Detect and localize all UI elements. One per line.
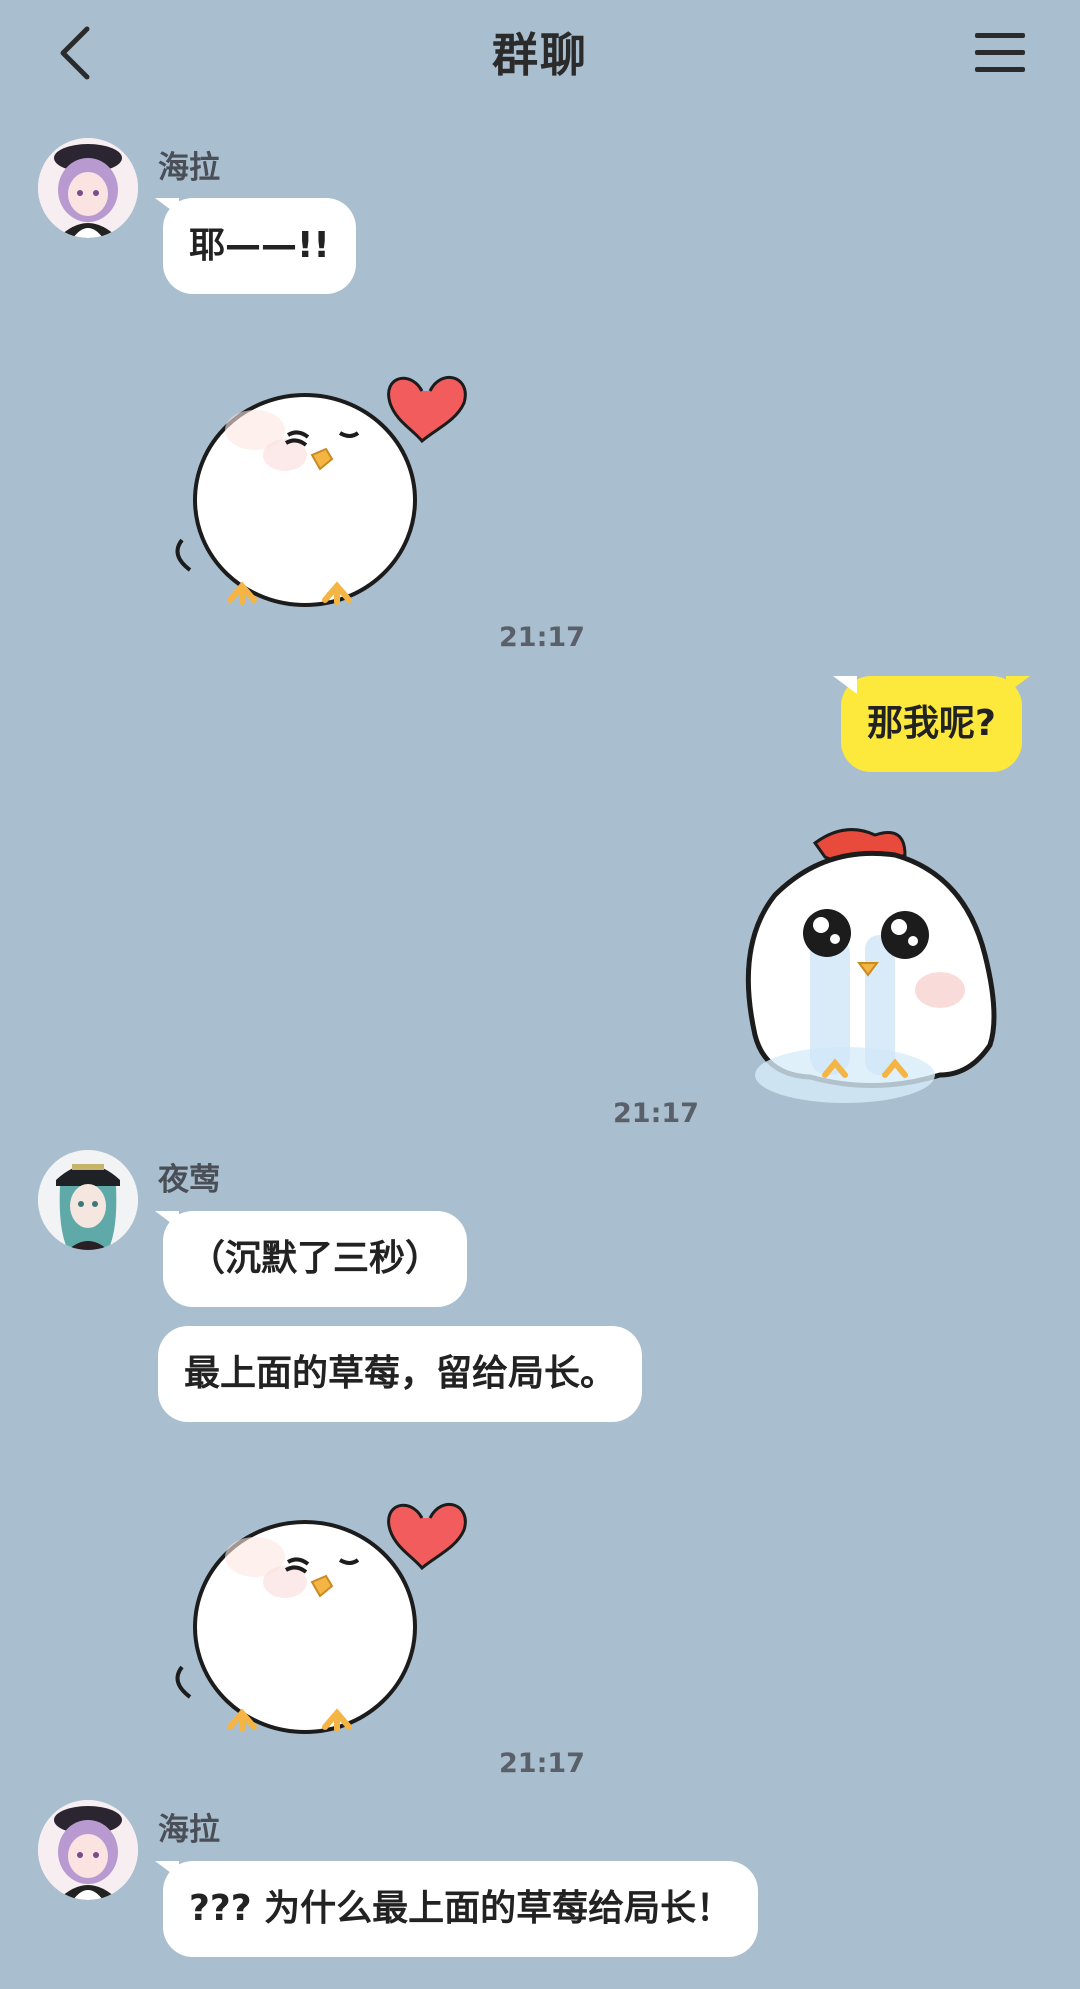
timestamp: 21:17 — [499, 622, 585, 653]
chick-heart-sticker[interactable] — [160, 1482, 490, 1742]
sender-name: 夜莺 — [158, 1162, 220, 1198]
message-bubble[interactable]: 最上面的草莓，留给局长。 — [158, 1326, 643, 1422]
message-bubble[interactable]: ??? 为什么最上面的草莓给局长！ — [154, 1861, 759, 1957]
avatar[interactable] — [38, 1800, 138, 1900]
timestamp: 21:17 — [499, 1748, 585, 1779]
message-bubble[interactable]: 耶——!! — [155, 198, 356, 294]
avatar-nightingale-image — [38, 1150, 138, 1250]
avatar-hela-image — [38, 138, 138, 238]
sender-name: 海拉 — [158, 1812, 220, 1848]
chick-heart-sticker[interactable] — [160, 355, 490, 615]
avatar[interactable] — [38, 138, 138, 238]
menu-button[interactable] — [960, 18, 1040, 88]
message-bubble-self[interactable]: 那我呢? — [833, 676, 1030, 772]
crying-chick-sticker[interactable] — [735, 825, 1010, 1115]
message-bubble[interactable]: （沉默了三秒） — [154, 1211, 468, 1307]
page-title: 群聊 — [492, 28, 588, 82]
avatar[interactable] — [38, 1150, 138, 1250]
hamburger-menu-icon — [975, 33, 1025, 72]
sender-name: 海拉 — [158, 150, 220, 186]
avatar-hela-image — [38, 1800, 138, 1900]
timestamp: 21:17 — [613, 1098, 699, 1129]
